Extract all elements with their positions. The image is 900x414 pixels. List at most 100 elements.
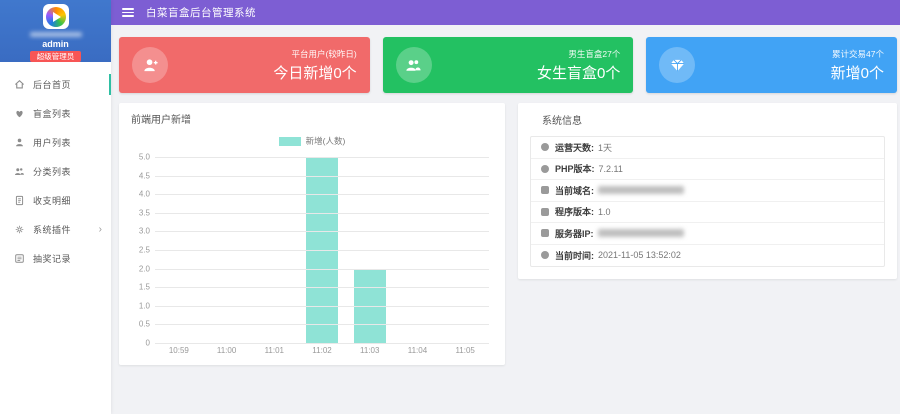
- x-axis-tick: 11:05: [441, 346, 489, 355]
- stat-card-sublabel: 平台用户(较昨日): [273, 48, 356, 60]
- stat-card-value: 今日新增0个: [273, 62, 356, 83]
- blurred-site-name: [30, 32, 82, 37]
- info-title: 系统信息: [530, 112, 885, 127]
- info-value: 1.0: [598, 207, 611, 217]
- x-axis-tick: 11:03: [346, 346, 394, 355]
- play-triangle-icon: [53, 12, 61, 22]
- sidebar-item-category-list[interactable]: 分类列表: [0, 157, 111, 186]
- info-value: 2021-11-05 13:52:02: [598, 250, 681, 260]
- sidebar-item-label: 用户列表: [33, 136, 71, 149]
- info-row-program-version: 程序版本: 1.0: [531, 202, 884, 224]
- y-axis-tick: 0: [125, 339, 150, 348]
- sidebar-item-home[interactable]: 后台首页: [0, 70, 111, 99]
- clock-icon: [541, 143, 549, 151]
- server-icon: [541, 229, 549, 237]
- play-video-logo-icon: [43, 4, 69, 29]
- chart-title: 前端用户新增: [119, 111, 505, 126]
- chart-legend: 新增(人数): [119, 135, 505, 147]
- info-row-current-time: 当前时间: 2021-11-05 13:52:02: [531, 245, 884, 267]
- info-label: 当前域名:: [555, 184, 594, 197]
- info-row-uptime: 运营天数: 1天: [531, 137, 884, 159]
- app-title: 白菜盲盒后台管理系统: [146, 5, 256, 20]
- user-plus-icon: [132, 47, 168, 83]
- group-icon: [13, 166, 26, 177]
- stat-card-girl-blindbox: 男生盲盒27个 女生盲盒0个: [383, 37, 634, 93]
- gridline: [155, 176, 489, 177]
- blurred-ip-value: [598, 229, 684, 237]
- sidebar-item-label: 收支明细: [33, 194, 71, 207]
- link-icon: [541, 186, 549, 194]
- info-row-php-version: PHP版本: 7.2.11: [531, 159, 884, 181]
- gem-icon: [659, 47, 695, 83]
- gridline: [155, 194, 489, 195]
- username: admin: [42, 39, 69, 49]
- info-label: 当前时间:: [555, 249, 594, 262]
- main-content: 平台用户(较昨日) 今日新增0个 男生盲盒27个 女生盲盒0个 累计交易47个 …: [111, 25, 900, 414]
- sidebar-item-system-plugin[interactable]: 系统插件 ›: [0, 215, 111, 244]
- sidebar-menu: 后台首页 盲盒列表 用户列表 分类列表 收支明细: [0, 62, 111, 273]
- stat-card-sublabel: 男生盲盒27个: [537, 48, 620, 60]
- gridline: [155, 213, 489, 214]
- info-label: 服务器IP:: [555, 227, 594, 240]
- x-axis-tick: 11:02: [298, 346, 346, 355]
- sidebar-item-blindbox-list[interactable]: 盲盒列表: [0, 99, 111, 128]
- logo-color-ring: [46, 7, 66, 27]
- sidebar-item-label: 盲盒列表: [33, 107, 71, 120]
- y-axis-tick: 3.5: [125, 208, 150, 217]
- sidebar-item-lottery-records[interactable]: 抽奖记录: [0, 244, 111, 273]
- top-header: 白菜盲盒后台管理系统: [111, 0, 900, 25]
- role-badge: 超级管理员: [30, 51, 82, 62]
- info-value: 1天: [598, 141, 612, 154]
- x-axis-tick: 10:59: [155, 346, 203, 355]
- gridline: [155, 250, 489, 251]
- info-row-domain: 当前域名:: [531, 180, 884, 202]
- info-value: 7.2.11: [599, 164, 623, 174]
- gridline: [155, 157, 489, 158]
- list-icon: [13, 253, 26, 264]
- stat-cards: 平台用户(较昨日) 今日新增0个 男生盲盒27个 女生盲盒0个 累计交易47个 …: [119, 37, 897, 93]
- gridline: [155, 269, 489, 270]
- heart-icon: [13, 108, 26, 119]
- box-icon: [541, 208, 549, 216]
- file-icon: [13, 195, 26, 206]
- y-axis-tick: 4.0: [125, 190, 150, 199]
- x-axis-tick: 11:04: [394, 346, 442, 355]
- y-axis-tick: 2.0: [125, 264, 150, 273]
- php-icon: [541, 165, 549, 173]
- info-row-server-ip: 服务器IP:: [531, 223, 884, 245]
- user-growth-chart-panel: 前端用户新增 新增(人数) 5.04.54.03.53.02.52.01.51.…: [119, 103, 505, 365]
- sidebar-item-user-list[interactable]: 用户列表: [0, 128, 111, 157]
- chart-xaxis: 10:5911:0011:0111:0211:0311:0411:05: [155, 346, 489, 355]
- users-icon: [396, 47, 432, 83]
- info-list: 运营天数: 1天 PHP版本: 7.2.11 当前域名: 程序版本: 1.0: [530, 136, 885, 267]
- y-axis-tick: 1.0: [125, 301, 150, 310]
- info-label: 程序版本:: [555, 205, 594, 218]
- plugin-icon: [13, 224, 26, 235]
- info-label: 运营天数:: [555, 141, 594, 154]
- sidebar-item-finance-detail[interactable]: 收支明细: [0, 186, 111, 215]
- legend-swatch: [279, 137, 301, 146]
- x-axis-tick: 11:00: [203, 346, 251, 355]
- stat-card-new-total: 累计交易47个 新增0个: [646, 37, 897, 93]
- x-axis-tick: 11:01: [250, 346, 298, 355]
- time-icon: [541, 251, 549, 259]
- blurred-domain-value: [598, 186, 684, 194]
- legend-label: 新增(人数): [306, 135, 346, 147]
- gridline: [155, 231, 489, 232]
- hamburger-icon[interactable]: [122, 8, 134, 17]
- system-info-panel: 系统信息 运营天数: 1天 PHP版本: 7.2.11 当前域名:: [518, 103, 897, 279]
- gridline: [155, 324, 489, 325]
- gridline: [155, 306, 489, 307]
- user-icon: [13, 137, 26, 148]
- info-label: PHP版本:: [555, 162, 595, 175]
- y-axis-tick: 1.5: [125, 283, 150, 292]
- sidebar-item-label: 抽奖记录: [33, 252, 71, 265]
- stat-card-value: 女生盲盒0个: [537, 62, 620, 83]
- y-axis-tick: 0.5: [125, 320, 150, 329]
- sidebar: admin 超级管理员 后台首页 盲盒列表 用户列表 分类列表: [0, 0, 111, 414]
- sidebar-item-label: 系统插件: [33, 223, 71, 236]
- y-axis-tick: 5.0: [125, 153, 150, 162]
- y-axis-tick: 4.5: [125, 171, 150, 180]
- stat-card-value: 新增0个: [831, 62, 884, 83]
- chevron-right-icon: ›: [99, 224, 102, 235]
